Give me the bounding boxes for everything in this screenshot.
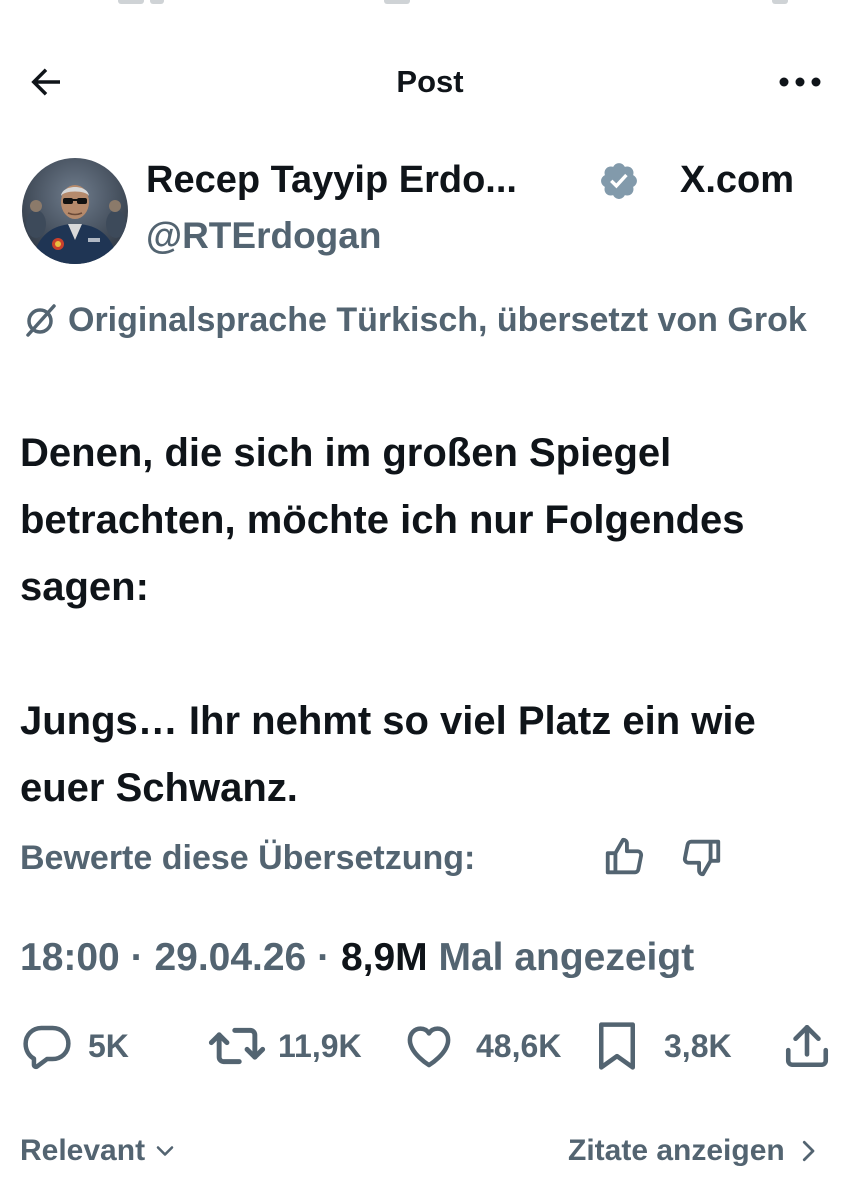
tweet-time[interactable]: 18:00 <box>20 936 120 979</box>
more-options-button[interactable] <box>770 58 830 106</box>
reply-button[interactable]: 5K <box>20 1018 129 1074</box>
verified-badge-icon[interactable] <box>598 160 640 202</box>
repost-button[interactable]: 11,9K <box>208 1018 362 1074</box>
thumbs-down-icon[interactable] <box>678 834 724 880</box>
bookmark-button[interactable]: 3,8K <box>594 1018 732 1074</box>
avatar-photo <box>22 158 128 264</box>
views-count: 8,9M <box>340 936 428 979</box>
view-quotes-link[interactable]: Zitate anzeigen <box>568 1128 823 1174</box>
repost-icon <box>208 1027 266 1065</box>
rate-translation-label: Bewerte diese Übersetzung: <box>20 839 476 877</box>
share-icon <box>785 1024 829 1068</box>
reply-count: 5K <box>88 1028 129 1064</box>
meta-separator: · <box>317 936 331 979</box>
share-button[interactable] <box>782 1018 832 1074</box>
source-label: X.com <box>680 159 795 201</box>
bookmark-count: 3,8K <box>664 1028 732 1064</box>
meta-separator: · <box>130 936 144 979</box>
heart-icon <box>407 1026 451 1068</box>
like-button[interactable]: 48,6K <box>402 1018 561 1074</box>
sort-dropdown[interactable]: Relevant <box>20 1128 179 1174</box>
chevron-right-icon <box>802 1140 815 1162</box>
thumbs-up-icon[interactable] <box>602 834 648 880</box>
status-bar-fragment <box>0 0 861 10</box>
user-handle[interactable]: @RTErdogan <box>146 212 381 260</box>
back-button[interactable] <box>22 58 70 106</box>
chevron-down-icon <box>156 1146 174 1156</box>
like-count: 48,6K <box>476 1028 562 1064</box>
translation-notice[interactable]: Originalsprache Türkisch, übersetzt von … <box>68 296 838 344</box>
translate-slash-icon <box>20 300 60 340</box>
page-title: Post <box>396 64 464 99</box>
tweet-paragraph: Denen, die sich im großen Spiegel betrac… <box>20 431 745 609</box>
views-label: Mal angezeigt <box>438 936 695 979</box>
more-dots-icon <box>779 77 821 87</box>
repost-count: 11,9K <box>278 1028 362 1064</box>
quotes-label: Zitate anzeigen <box>568 1134 785 1167</box>
tweet-date[interactable]: 29.04.26 <box>154 936 306 979</box>
tweet-paragraph: Jungs… Ihr nehmt so viel Platz ein wie e… <box>20 699 756 810</box>
reply-icon <box>23 1025 71 1070</box>
sort-label: Relevant <box>20 1134 146 1167</box>
tweet-text: Denen, die sich im großen Spiegel betrac… <box>20 420 850 822</box>
avatar[interactable] <box>22 158 128 264</box>
display-name[interactable]: Recep Tayyip Erdo... <box>146 156 517 204</box>
bookmark-icon <box>599 1022 635 1070</box>
tweet-meta: 18:00 · 29.04.26 · 8,9M Mal angezeigt <box>20 930 694 986</box>
arrow-left-icon <box>31 68 60 96</box>
